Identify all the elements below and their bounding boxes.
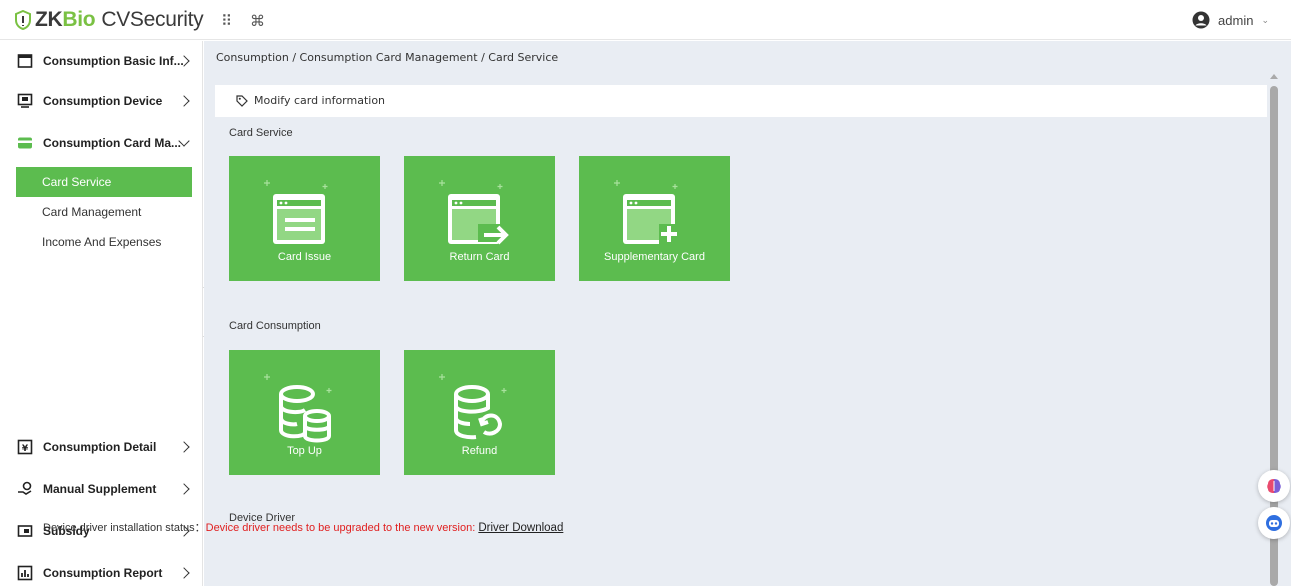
user-name: admin: [1218, 12, 1254, 28]
svg-text:¥: ¥: [22, 444, 29, 454]
sidebar-menu-label: Consumption Report: [43, 566, 163, 580]
brain-icon: [1267, 479, 1281, 493]
sidebar-menu-device[interactable]: Consumption Device: [0, 81, 203, 121]
brand-zk: ZK: [35, 8, 63, 31]
sidebar: Consumption Basic Inf... Consumption Dev…: [0, 41, 203, 586]
chevron-right-icon: [178, 441, 190, 453]
chevron-down-icon: ⌄: [1261, 14, 1269, 25]
hand-coin-icon: [18, 481, 32, 495]
sidebar-menu-label: Consumption Device: [43, 94, 163, 108]
supplementary-card-tile[interactable]: Supplementary Card: [579, 156, 730, 281]
card-issue-icon: [264, 180, 328, 244]
device-icon: [17, 93, 33, 108]
refund-icon: [439, 374, 507, 440]
sidebar-item-card-service[interactable]: Card Service: [16, 167, 192, 197]
brand-bio: Bio: [62, 8, 96, 31]
yen-doc-icon: ¥: [17, 439, 33, 455]
sidebar-menu-label: Manual Supplement: [43, 482, 157, 496]
top-up-label: Top Up: [287, 445, 322, 457]
refund-tile[interactable]: Refund: [404, 350, 555, 475]
app-logo[interactable]: ZK Bio CVSecurity: [14, 8, 204, 32]
return-card-tile[interactable]: Return Card: [404, 156, 555, 281]
refund-label: Refund: [461, 445, 498, 457]
chevron-right-icon: [178, 567, 190, 579]
modify-card-info-button[interactable]: Modify card information: [236, 94, 385, 107]
sidebar-item-card-management[interactable]: Card Management: [16, 197, 192, 227]
driver-status: Device driver installation status：Device…: [43, 519, 563, 535]
user-menu[interactable]: admin ⌄: [1192, 11, 1269, 29]
command-icon[interactable]: ⌘: [250, 12, 265, 30]
sidebar-menu-basic-info[interactable]: Consumption Basic Inf...: [0, 41, 203, 81]
sidebar-menu-label: Consumption Basic Inf...: [43, 54, 184, 68]
sidebar-menu-manual-supplement[interactable]: Manual Supplement: [0, 469, 203, 509]
main-content: Consumption / Consumption Card Managemen…: [204, 41, 1291, 586]
toolbar: Modify card information: [215, 85, 1267, 117]
section-title-card-consumption: Card Consumption: [229, 320, 321, 332]
calendar-icon: [17, 54, 33, 68]
shield-logo-icon: [15, 10, 31, 30]
scroll-up-arrow-icon[interactable]: [1270, 74, 1278, 79]
modify-card-info-label: Modify card information: [254, 94, 386, 107]
card-icon: [18, 137, 32, 149]
return-card-icon: [439, 180, 509, 245]
sidebar-menu-consumption-report[interactable]: Consumption Report: [0, 553, 203, 586]
assistant-float-button[interactable]: [1258, 470, 1290, 502]
brand-product: CVSecurity: [101, 8, 204, 31]
apps-grid-icon[interactable]: ⠿: [221, 12, 232, 30]
supplementary-card-label: Supplementary Card: [604, 251, 705, 263]
wallet-icon: [17, 525, 33, 537]
robot-float-button[interactable]: [1258, 507, 1290, 539]
driver-download-link[interactable]: Driver Download: [478, 522, 563, 534]
tag-icon: [236, 94, 248, 107]
robot-icon: [1266, 515, 1282, 531]
supplementary-card-icon: [614, 180, 679, 244]
card-issue-tile[interactable]: Card Issue: [229, 156, 380, 281]
driver-status-label: Device driver installation status：: [43, 522, 206, 534]
sidebar-item-income-expenses[interactable]: Income And Expenses: [16, 227, 192, 257]
top-bar: ZK Bio CVSecurity ⠿ ⌘ admin ⌄: [0, 0, 1291, 40]
chevron-right-icon: [178, 95, 190, 107]
section-title-card-service: Card Service: [229, 127, 293, 139]
card-issue-label: Card Issue: [277, 251, 332, 263]
user-avatar-icon: [1192, 11, 1210, 29]
sidebar-menu-consumption-detail[interactable]: ¥ Consumption Detail: [0, 427, 203, 467]
sidebar-menu-label: Consumption Card Ma...: [43, 136, 181, 150]
driver-status-message: Device driver needs to be upgraded to th…: [205, 522, 479, 534]
sidebar-menu-card-management[interactable]: Consumption Card Ma...: [0, 123, 203, 163]
top-up-icon: [264, 374, 332, 443]
top-up-tile[interactable]: Top Up: [229, 350, 380, 475]
report-icon: [17, 565, 33, 581]
chevron-right-icon: [178, 483, 190, 495]
return-card-label: Return Card: [449, 251, 510, 263]
sidebar-menu-label: Consumption Detail: [43, 440, 157, 454]
breadcrumb: Consumption / Consumption Card Managemen…: [216, 51, 559, 64]
